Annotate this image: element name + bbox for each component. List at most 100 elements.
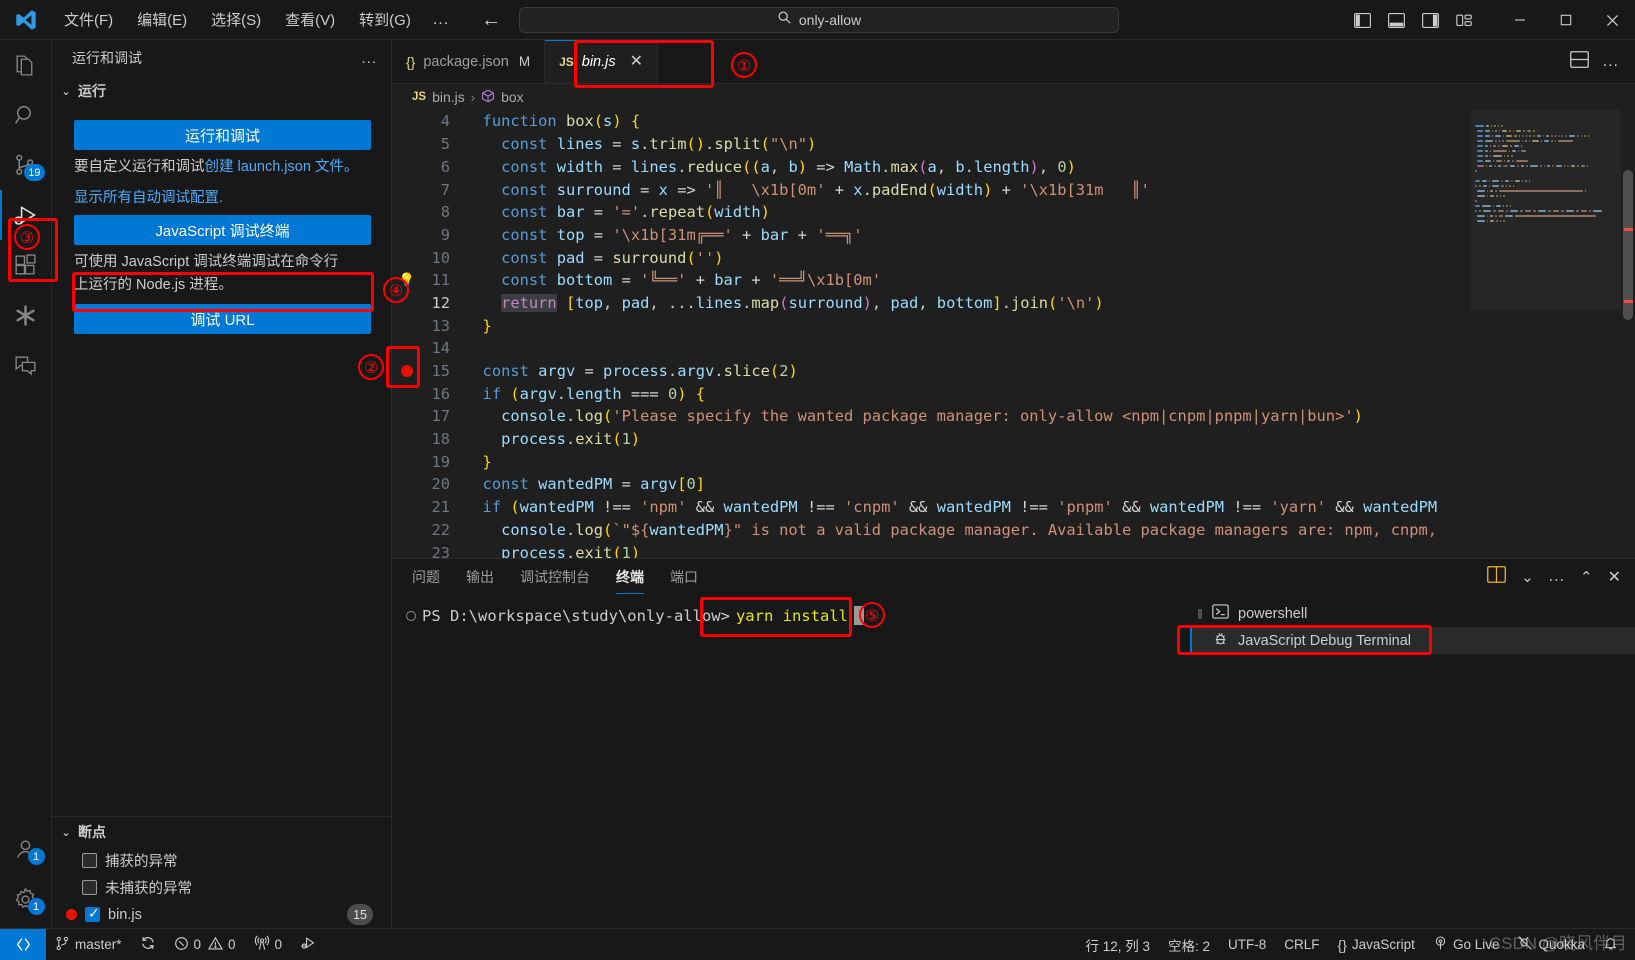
menu-view[interactable]: 查看(V) — [273, 5, 347, 34]
menu-selection[interactable]: 选择(S) — [199, 5, 273, 34]
close-panel-icon[interactable]: ✕ — [1608, 567, 1621, 587]
menu-edit[interactable]: 编辑(E) — [125, 5, 199, 34]
code-line[interactable]: 8 const bar = '='.repeat(width) — [392, 201, 1635, 224]
tab-package-json[interactable]: {} package.json M — [392, 40, 546, 84]
close-icon[interactable]: ✕ — [630, 53, 643, 70]
status-indentation[interactable]: 空格: 2 — [1159, 929, 1219, 960]
code-line[interactable]: 6 const width = lines.reduce((a, b) => M… — [392, 155, 1635, 178]
sidebar-more-actions-icon[interactable]: ... — [355, 48, 383, 69]
sidebar-item-explorer[interactable] — [0, 40, 52, 90]
terminal-list-item-js-debug[interactable]: JavaScript Debug Terminal — [1190, 627, 1635, 655]
split-terminal-icon[interactable] — [1487, 565, 1506, 588]
settings-button[interactable]: 1 — [0, 874, 52, 924]
panel-tab-terminal[interactable]: 终端 — [616, 559, 644, 595]
tab-bin-js[interactable]: JS bin.js ✕ — [545, 40, 659, 84]
code-line[interactable]: 14 — [392, 337, 1635, 360]
javascript-debug-terminal-button[interactable]: JavaScript 调试终端 — [74, 215, 371, 246]
status-encoding[interactable]: UTF-8 — [1219, 929, 1275, 960]
create-launch-json-link[interactable]: 创建 launch.json 文 — [205, 159, 330, 175]
code-line[interactable]: 23 process.exit(1) — [392, 541, 1635, 559]
breadcrumb-file[interactable]: bin.js — [432, 89, 465, 105]
sidebar-item-search[interactable] — [0, 90, 52, 140]
code-editor[interactable]: 4 function box(s) {5 const lines = s.tri… — [392, 110, 1635, 559]
panel-tab-ports[interactable]: 端口 — [670, 559, 698, 594]
code-line[interactable]: 💡 11 const bottom = '╚══' + bar + '══╝\x1… — [392, 269, 1635, 292]
breakpoint-dot-icon[interactable] — [401, 365, 413, 378]
menu-more-button[interactable]: ... — [423, 7, 459, 33]
toggle-primary-sidebar-icon[interactable] — [1349, 7, 1375, 33]
code-line[interactable]: 12 return [top, pad, ...lines.map(surrou… — [392, 292, 1635, 315]
run-and-debug-button[interactable]: 运行和调试 — [74, 120, 371, 150]
minimap-slider[interactable] — [1471, 110, 1621, 310]
split-editor-icon[interactable] — [1569, 50, 1589, 73]
create-launch-json-link-2[interactable]: 件。 — [329, 159, 358, 175]
status-run-debug[interactable] — [291, 929, 325, 960]
panel-tab-output[interactable]: 输出 — [466, 559, 494, 594]
code-line[interactable]: 10 const pad = surround('') — [392, 246, 1635, 269]
views-and-more-actions-icon[interactable]: ... — [1549, 568, 1565, 586]
status-errors[interactable]: 0 — [165, 929, 205, 960]
code-line[interactable]: 22 console.log(`"${wantedPM}" is not a v… — [392, 518, 1635, 541]
breadcrumb-symbol[interactable]: box — [501, 89, 524, 105]
terminal-list-item-powershell[interactable]: powershell — [1190, 600, 1635, 627]
sidebar-item-chat[interactable] — [0, 340, 52, 390]
code-line[interactable]: 18 process.exit(1) — [392, 428, 1635, 451]
accounts-button[interactable]: 1 — [0, 824, 52, 874]
sidebar-item-source-control[interactable]: 19 — [0, 140, 52, 190]
status-quokka[interactable]: Quokka — [1508, 929, 1594, 960]
status-eol[interactable]: CRLF — [1275, 929, 1328, 960]
checkbox-unchecked-icon[interactable] — [82, 880, 97, 895]
panel-tab-problems[interactable]: 问题 — [412, 559, 440, 594]
breakpoints-section-header[interactable]: ⌄ 断点 — [52, 817, 391, 847]
breakpoint-caught-exceptions[interactable]: 捕获的异常 — [52, 847, 391, 874]
code-line[interactable]: 20 const wantedPM = argv[0] — [392, 473, 1635, 496]
code-lines-container[interactable]: 4 function box(s) {5 const lines = s.tri… — [392, 110, 1635, 558]
code-line[interactable]: 7 const surround = x => '║ \x1b[0m' + x.… — [392, 178, 1635, 201]
code-line[interactable]: 16 if (argv.length === 0) { — [392, 382, 1635, 405]
status-language-mode[interactable]: {} JavaScript — [1329, 929, 1424, 960]
breakpoint-gutter[interactable] — [392, 365, 422, 378]
close-button[interactable] — [1589, 0, 1635, 40]
breakpoint-bin-js[interactable]: bin.js 15 — [52, 901, 391, 928]
command-center[interactable]: only-allow — [519, 7, 1119, 33]
menu-go[interactable]: 转到(G) — [347, 5, 423, 34]
scrollbar-thumb[interactable] — [1623, 170, 1633, 321]
chevron-down-icon[interactable]: ⌄ — [1521, 568, 1534, 586]
code-line[interactable]: 5 const lines = s.trim().split("\n") — [392, 133, 1635, 156]
status-ports[interactable]: 0 — [245, 929, 292, 960]
maximize-panel-icon[interactable]: ⌃ — [1580, 568, 1593, 586]
checkbox-unchecked-icon[interactable] — [82, 853, 97, 868]
maximize-button[interactable] — [1543, 0, 1589, 40]
status-notifications[interactable] — [1594, 929, 1627, 960]
code-line[interactable]: 9 const top = '\x1b[31m╔══' + bar + '══╗… — [392, 224, 1635, 247]
arrow-left-icon[interactable]: ← — [481, 10, 501, 30]
code-line[interactable]: 4 function box(s) { — [392, 110, 1635, 133]
toggle-secondary-sidebar-icon[interactable] — [1417, 7, 1443, 33]
show-all-automatic-configs-link[interactable]: 显示所有自动调试配置. — [74, 186, 371, 207]
status-go-live[interactable]: Go Live — [1424, 929, 1509, 960]
menu-file[interactable]: 文件(F) — [52, 5, 125, 34]
status-warnings[interactable]: 0 — [204, 929, 245, 960]
remote-window-icon[interactable] — [0, 928, 46, 960]
code-line[interactable]: 13 } — [392, 314, 1635, 337]
status-cursor-position[interactable]: 行 12, 列 3 — [1076, 929, 1159, 960]
more-actions-icon[interactable]: ... — [1603, 53, 1619, 71]
breakpoint-uncaught-exceptions[interactable]: 未捕获的异常 — [52, 874, 391, 901]
terminal-output[interactable]: PS D:\workspace\study\only-allow> yarn i… — [392, 594, 1190, 928]
toggle-panel-icon[interactable] — [1383, 7, 1409, 33]
code-line[interactable]: 17 console.log('Please specify the wante… — [392, 405, 1635, 428]
status-sync[interactable] — [131, 929, 165, 960]
code-line[interactable]: 21 if (wantedPM !== 'npm' && wantedPM !=… — [392, 496, 1635, 519]
minimap[interactable] — [1471, 110, 1621, 559]
editor-scrollbar[interactable] — [1621, 110, 1635, 558]
panel-tab-debug-console[interactable]: 调试控制台 — [520, 559, 590, 594]
code-line[interactable]: 19 } — [392, 450, 1635, 473]
code-line[interactable]: 15 const argv = process.argv.slice(2) — [392, 360, 1635, 383]
minimize-button[interactable] — [1497, 0, 1543, 40]
debug-url-button[interactable]: 调试 URL — [74, 304, 371, 335]
status-branch[interactable]: master* — [46, 929, 131, 960]
run-section-header[interactable]: ⌄ 运行 — [52, 76, 391, 106]
customize-layout-icon[interactable] — [1451, 7, 1477, 33]
sidebar-item-testing[interactable] — [0, 290, 52, 340]
checkbox-checked-icon[interactable] — [85, 905, 100, 922]
